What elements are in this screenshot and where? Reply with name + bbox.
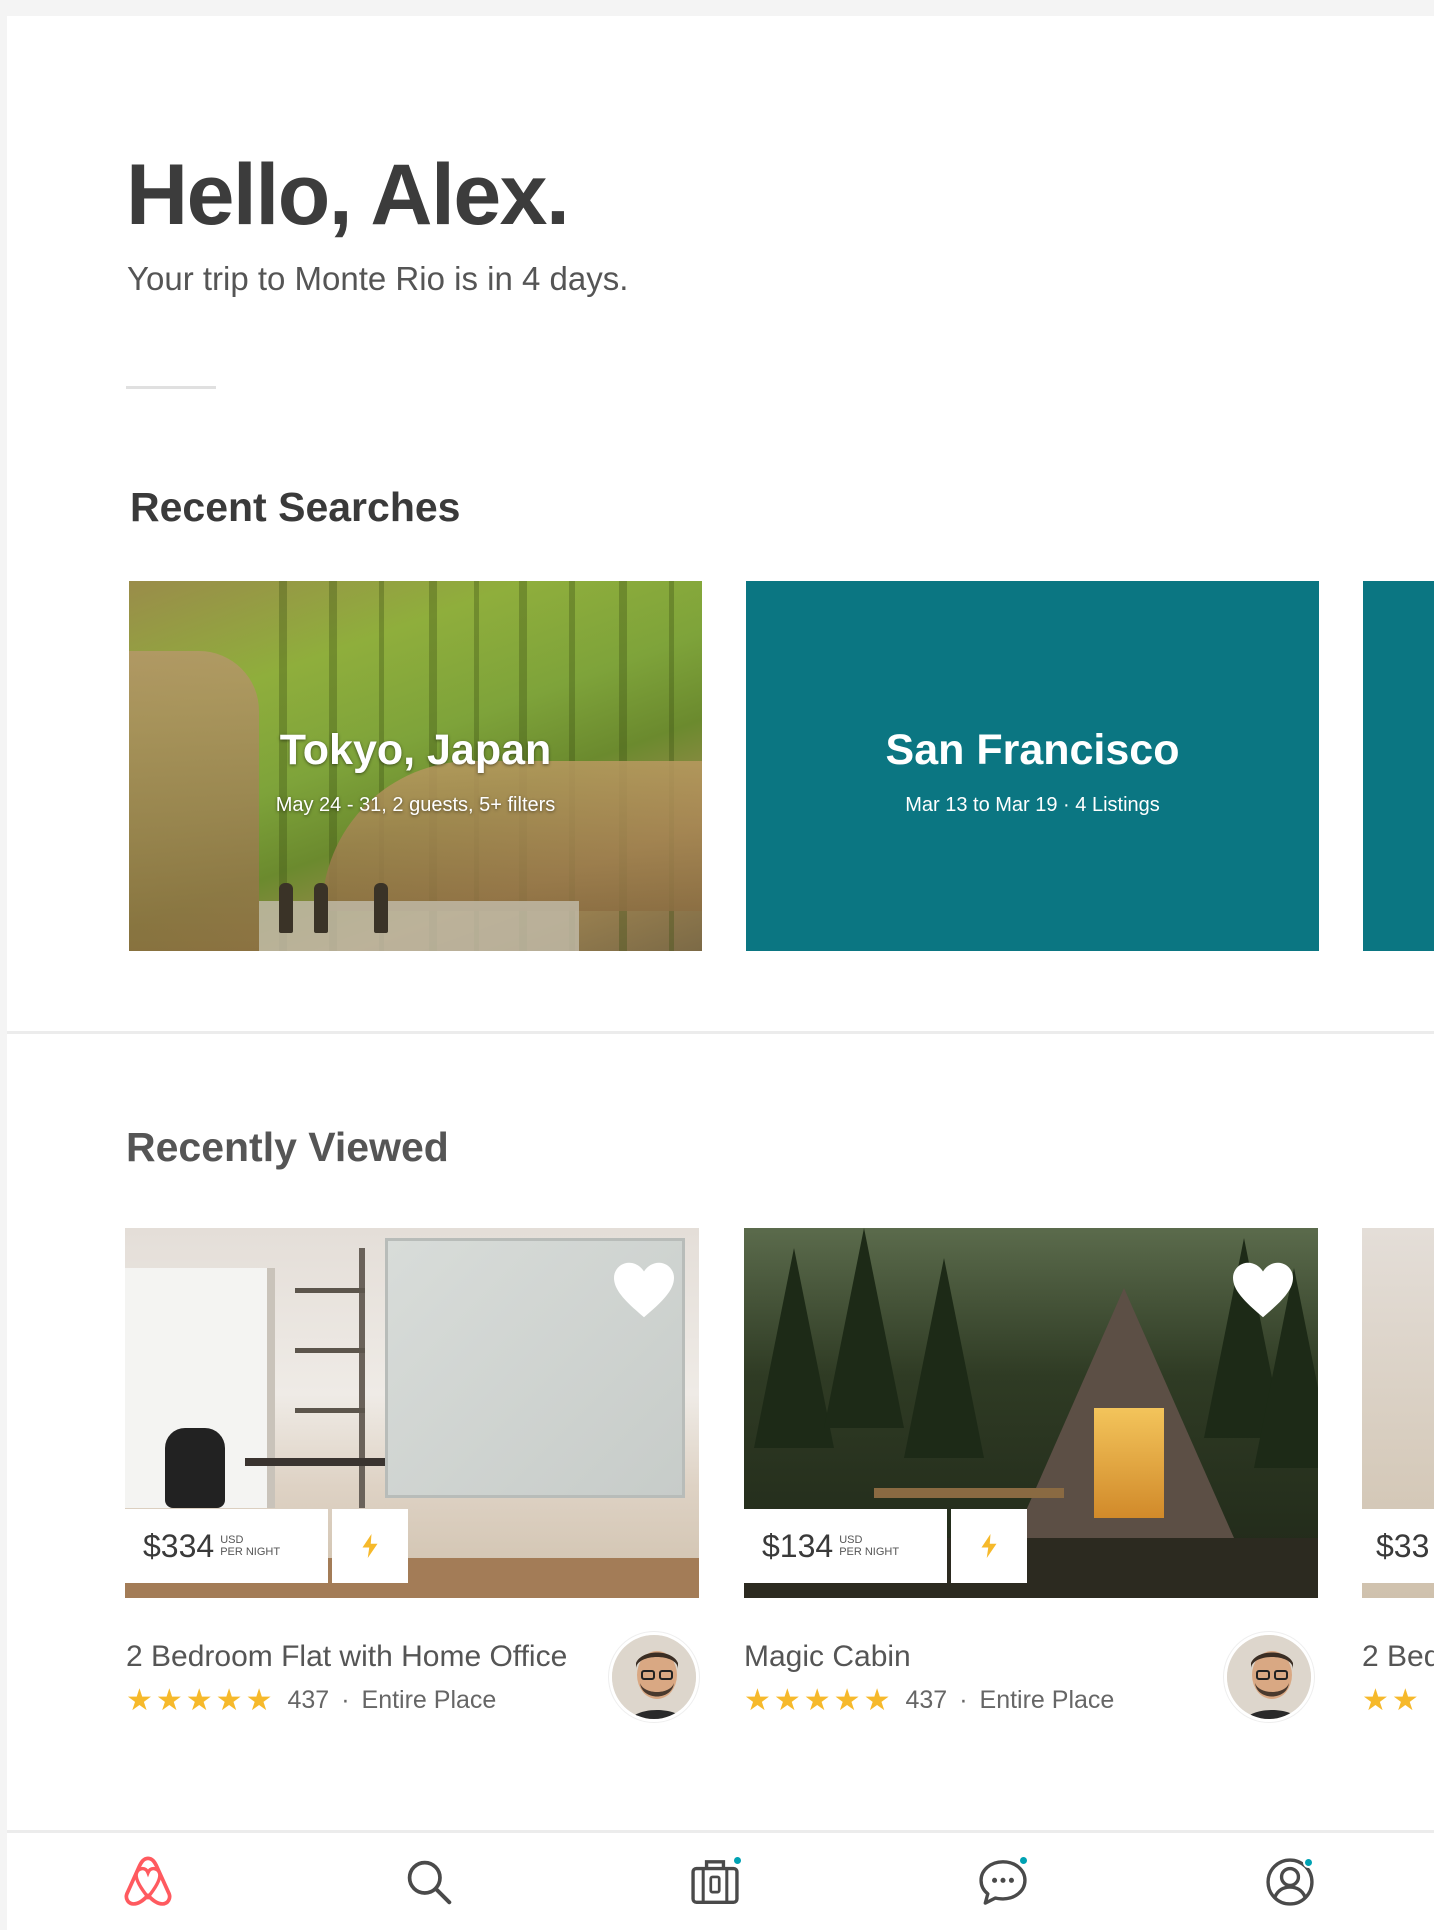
nav-tab-messages[interactable] bbox=[976, 1855, 1030, 1909]
listing-title[interactable]: 2 Bedroom Flat with Home Office bbox=[126, 1640, 567, 1674]
search-icon bbox=[407, 1860, 452, 1905]
notification-dot bbox=[1303, 1857, 1314, 1868]
airbnb-logo-icon bbox=[124, 1856, 172, 1906]
listing-meta: ★★ bbox=[1362, 1683, 1434, 1718]
review-count: 437 bbox=[905, 1686, 948, 1714]
notification-dot bbox=[732, 1855, 743, 1866]
recent-searches-heading: Recent Searches bbox=[130, 484, 461, 530]
search-card-partial[interactable] bbox=[1363, 581, 1434, 951]
star-rating: ★★★★★ bbox=[744, 1684, 894, 1717]
meta-separator: · bbox=[341, 1686, 350, 1714]
host-avatar[interactable] bbox=[609, 1632, 699, 1722]
notification-dot bbox=[1018, 1855, 1029, 1866]
nav-tab-home[interactable] bbox=[121, 1855, 175, 1909]
listing-title[interactable]: Magic Cabin bbox=[744, 1640, 911, 1674]
star-rating: ★★ bbox=[1362, 1684, 1422, 1717]
favorite-heart-icon[interactable] bbox=[611, 1260, 677, 1320]
price-currency: USD bbox=[839, 1534, 863, 1546]
search-card-details: Mar 13 to Mar 19 · 4 Listings bbox=[905, 794, 1160, 816]
review-count: 437 bbox=[287, 1686, 330, 1714]
listing-type: Entire Place bbox=[361, 1686, 497, 1714]
host-avatar[interactable] bbox=[1224, 1632, 1314, 1722]
price-currency: USD bbox=[220, 1534, 244, 1546]
instant-book-badge bbox=[332, 1509, 408, 1583]
divider-short bbox=[126, 386, 216, 389]
price-unit: USD PER NIGHT bbox=[220, 1534, 280, 1558]
price-value: $33 bbox=[1376, 1527, 1430, 1564]
price-per: PER NIGHT bbox=[220, 1546, 281, 1558]
listing-photo-partial[interactable]: $33 bbox=[1362, 1228, 1434, 1598]
price-tag: $334 USD PER NIGHT bbox=[125, 1509, 328, 1583]
greeting-heading: Hello, Alex. bbox=[126, 147, 570, 243]
trip-reminder: Your trip to Monte Rio is in 4 days. bbox=[127, 260, 629, 297]
section-divider bbox=[7, 1031, 1434, 1034]
price-tag: $134 USD PER NIGHT bbox=[744, 1509, 947, 1583]
search-card-san-francisco[interactable]: San Francisco Mar 13 to Mar 19 · 4 Listi… bbox=[746, 581, 1319, 951]
price-unit: USD PER NIGHT bbox=[839, 1534, 899, 1558]
lightning-bolt-icon bbox=[362, 1534, 378, 1558]
listing-meta: ★★★★★ 437 · Entire Place bbox=[126, 1683, 496, 1718]
search-card-title: Tokyo, Japan bbox=[279, 726, 552, 774]
instant-book-badge bbox=[951, 1509, 1027, 1583]
listing-photo-flat[interactable]: $334 USD PER NIGHT bbox=[125, 1228, 699, 1598]
search-card-title: San Francisco bbox=[885, 726, 1180, 774]
home-screen: Hello, Alex. Your trip to Monte Rio is i… bbox=[7, 16, 1434, 1930]
recently-viewed-heading: Recently Viewed bbox=[126, 1124, 449, 1170]
nav-tab-profile[interactable] bbox=[1263, 1855, 1317, 1909]
favorite-heart-icon[interactable] bbox=[1230, 1260, 1296, 1320]
listing-title[interactable]: 2 Bed bbox=[1362, 1640, 1434, 1674]
lightning-bolt-icon bbox=[981, 1534, 997, 1558]
search-card-tokyo[interactable]: Tokyo, Japan May 24 - 31, 2 guests, 5+ f… bbox=[129, 581, 702, 951]
price-per: PER NIGHT bbox=[839, 1546, 900, 1558]
listing-type: Entire Place bbox=[979, 1686, 1115, 1714]
star-rating: ★★★★★ bbox=[126, 1684, 276, 1717]
meta-separator: · bbox=[959, 1686, 968, 1714]
nav-tab-trips[interactable] bbox=[688, 1855, 743, 1909]
listing-photo-cabin[interactable]: $134 USD PER NIGHT bbox=[744, 1228, 1318, 1598]
price-value: $334 bbox=[143, 1527, 215, 1564]
price-tag: $33 bbox=[1362, 1509, 1434, 1583]
search-card-details: May 24 - 31, 2 guests, 5+ filters bbox=[275, 794, 556, 816]
listing-meta: ★★★★★ 437 · Entire Place bbox=[744, 1683, 1114, 1718]
nav-tab-search[interactable] bbox=[402, 1855, 456, 1909]
price-value: $134 bbox=[762, 1527, 834, 1564]
bottom-tab-bar bbox=[7, 1830, 1434, 1930]
